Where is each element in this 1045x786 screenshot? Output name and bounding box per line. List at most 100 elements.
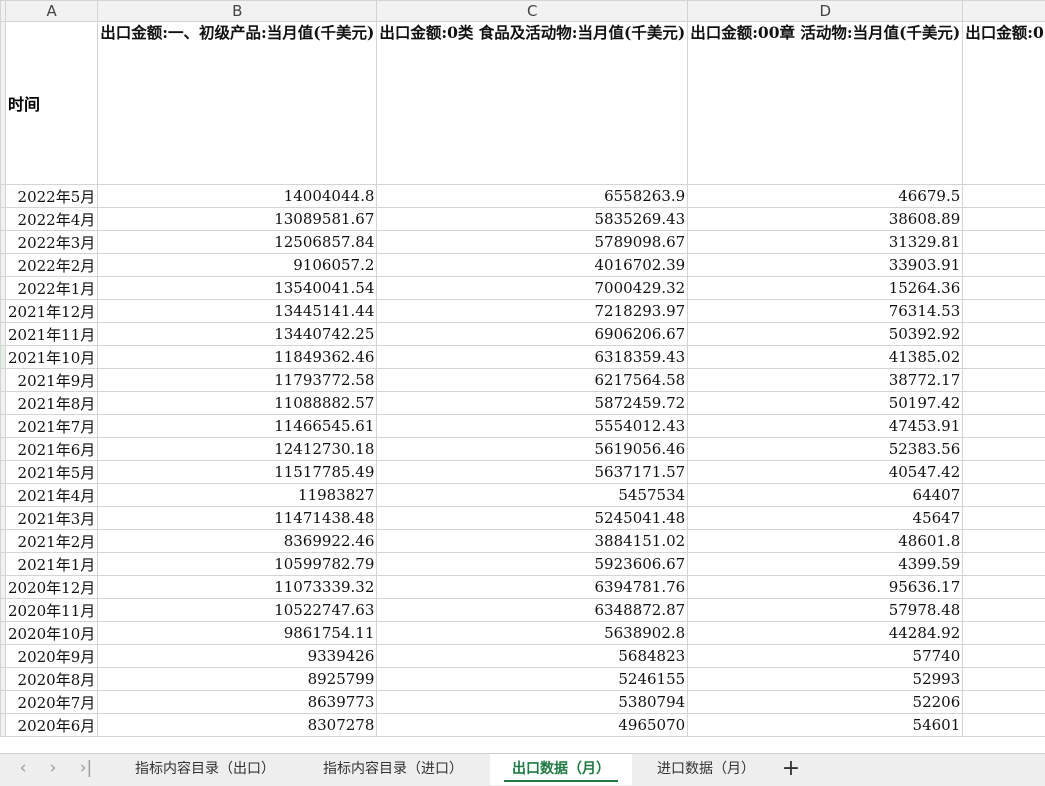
cell-value[interactable]: 57740 xyxy=(688,645,963,668)
cell-date[interactable]: 2020年7月 xyxy=(6,691,98,714)
cell-value[interactable]: 5380794 xyxy=(377,691,688,714)
cell-value[interactable]: 5457534 xyxy=(377,484,688,507)
cell-value[interactable]: 14004044.8 xyxy=(98,185,377,208)
cell-value[interactable]: 11466545.61 xyxy=(98,415,377,438)
cell-value[interactable]: 5554012.43 xyxy=(377,415,688,438)
cell-value[interactable]: 13540041.54 xyxy=(98,277,377,300)
cell-indicator-header[interactable]: 出口金额:0类 食品及活动物:当月值(千美元) xyxy=(377,22,688,185)
cell-value[interactable]: 207195.33 xyxy=(963,576,1045,599)
cell-date[interactable]: 2021年10月 xyxy=(6,346,98,369)
cell-value[interactable]: 47453.91 xyxy=(688,415,963,438)
cell-value[interactable]: 52206 xyxy=(688,691,963,714)
cell-value[interactable]: 7218293.97 xyxy=(377,300,688,323)
cell-value[interactable]: 7000429.32 xyxy=(377,277,688,300)
cell-value[interactable]: 172974 xyxy=(963,668,1045,691)
cell-date[interactable]: 2022年5月 xyxy=(6,185,98,208)
sheet-tab-export-catalog[interactable]: 指标内容目录（出口） xyxy=(116,754,294,785)
cell-value[interactable]: 3884151.02 xyxy=(377,530,688,553)
cell-value[interactable]: 11517785.49 xyxy=(98,461,377,484)
cell-value[interactable]: 11793772.58 xyxy=(98,369,377,392)
cell-value[interactable]: 13440742.25 xyxy=(98,323,377,346)
cell-value[interactable]: 202014.48 xyxy=(963,507,1045,530)
cell-value[interactable]: 5684823 xyxy=(377,645,688,668)
cell-value[interactable]: 219313.03 xyxy=(963,392,1045,415)
cell-value[interactable]: 12506857.84 xyxy=(98,231,377,254)
cell-value[interactable]: 6348872.87 xyxy=(377,599,688,622)
cell-value[interactable]: 46679.5 xyxy=(688,185,963,208)
cell-date[interactable]: 2022年2月 xyxy=(6,254,98,277)
cell-value[interactable]: 259456.87 xyxy=(963,277,1045,300)
cell-value[interactable]: 154008.56 xyxy=(963,530,1045,553)
cell-time-header[interactable]: 时间 xyxy=(6,22,98,185)
sheet-tab-export-monthly[interactable]: 出口数据（月） xyxy=(490,754,632,785)
cell-date[interactable]: 2020年6月 xyxy=(6,714,98,737)
cell-value[interactable]: 11471438.48 xyxy=(98,507,377,530)
cell-indicator-header[interactable]: 出口金额:一、初级产品:当月值(千美元) xyxy=(98,22,377,185)
cell-value[interactable]: 6906206.67 xyxy=(377,323,688,346)
cell-value[interactable]: 5872459.72 xyxy=(377,392,688,415)
column-header-b[interactable]: B xyxy=(98,1,377,22)
cell-value[interactable]: 38772.17 xyxy=(688,369,963,392)
cell-value[interactable]: 31329.81 xyxy=(688,231,963,254)
cell-value[interactable]: 10522747.63 xyxy=(98,599,377,622)
cell-date[interactable]: 2021年11月 xyxy=(6,323,98,346)
cell-value[interactable]: 9339426 xyxy=(98,645,377,668)
cell-value[interactable]: 4965070 xyxy=(377,714,688,737)
cell-value[interactable]: 41385.02 xyxy=(688,346,963,369)
cell-date[interactable]: 2022年3月 xyxy=(6,231,98,254)
cell-date[interactable]: 2021年6月 xyxy=(6,438,98,461)
cell-value[interactable]: 5835269.43 xyxy=(377,208,688,231)
cell-value[interactable]: 6318359.43 xyxy=(377,346,688,369)
cell-value[interactable]: 40547.42 xyxy=(688,461,963,484)
cell-value[interactable]: 13445141.44 xyxy=(98,300,377,323)
cell-value[interactable]: 197619 xyxy=(963,645,1045,668)
cell-indicator-header[interactable]: 出口金额:01章 肉及肉制品:当月值(千美元) xyxy=(963,22,1045,185)
cell-value[interactable]: 8369922.46 xyxy=(98,530,377,553)
cell-value[interactable]: 64407 xyxy=(688,484,963,507)
cell-value[interactable]: 13089581.67 xyxy=(98,208,377,231)
column-header-c[interactable]: C xyxy=(377,1,688,22)
cell-value[interactable]: 57978.48 xyxy=(688,599,963,622)
cell-value[interactable]: 52383.56 xyxy=(688,438,963,461)
cell-value[interactable]: 209038.94 xyxy=(963,415,1045,438)
cell-date[interactable]: 2021年7月 xyxy=(6,415,98,438)
cell-value[interactable]: 50197.42 xyxy=(688,392,963,415)
cell-value[interactable]: 9106057.2 xyxy=(98,254,377,277)
sheet-tab-import-catalog[interactable]: 指标内容目录（进口） xyxy=(300,754,486,785)
cell-value[interactable]: 8639773 xyxy=(98,691,377,714)
cell-value[interactable]: 161303.94 xyxy=(963,254,1045,277)
cell-value[interactable]: 5245041.48 xyxy=(377,507,688,530)
cell-indicator-header[interactable]: 出口金额:00章 活动物:当月值(千美元) xyxy=(688,22,963,185)
cell-value[interactable]: 8307278 xyxy=(98,714,377,737)
add-sheet-button[interactable]: + xyxy=(780,754,802,785)
cell-value[interactable]: 230340.39 xyxy=(963,208,1045,231)
nav-prev-icon[interactable]: ‹ xyxy=(12,758,34,778)
cell-value[interactable]: 48601.8 xyxy=(688,530,963,553)
cell-value[interactable]: 50392.92 xyxy=(688,323,963,346)
cell-value[interactable]: 270957.54 xyxy=(963,300,1045,323)
cell-value[interactable]: 54601 xyxy=(688,714,963,737)
cell-date[interactable]: 2020年12月 xyxy=(6,576,98,599)
cell-date[interactable]: 2021年1月 xyxy=(6,553,98,576)
cell-value[interactable]: 11849362.46 xyxy=(98,346,377,369)
cell-date[interactable]: 2021年12月 xyxy=(6,300,98,323)
cell-value[interactable]: 185413 xyxy=(963,691,1045,714)
cell-date[interactable]: 2020年8月 xyxy=(6,668,98,691)
cell-date[interactable]: 2021年8月 xyxy=(6,392,98,415)
cell-value[interactable]: 52993 xyxy=(688,668,963,691)
cell-value[interactable]: 15264.36 xyxy=(688,277,963,300)
cell-value[interactable]: 4399.59 xyxy=(688,553,963,576)
cell-value[interactable]: 5638902.8 xyxy=(377,622,688,645)
cell-value[interactable]: 12412730.18 xyxy=(98,438,377,461)
cell-value[interactable]: 229334.76 xyxy=(963,346,1045,369)
cell-value[interactable]: 10599782.79 xyxy=(98,553,377,576)
cell-value[interactable]: 187779.52 xyxy=(963,622,1045,645)
nav-next-icon[interactable]: › xyxy=(42,758,64,778)
cell-date[interactable]: 2021年2月 xyxy=(6,530,98,553)
column-header-a[interactable]: A xyxy=(6,1,98,22)
cell-date[interactable]: 2021年9月 xyxy=(6,369,98,392)
column-header-d[interactable]: D xyxy=(688,1,963,22)
cell-value[interactable]: 76314.53 xyxy=(688,300,963,323)
nav-last-icon[interactable]: ›| xyxy=(75,758,97,778)
cell-value[interactable]: 6217564.58 xyxy=(377,369,688,392)
